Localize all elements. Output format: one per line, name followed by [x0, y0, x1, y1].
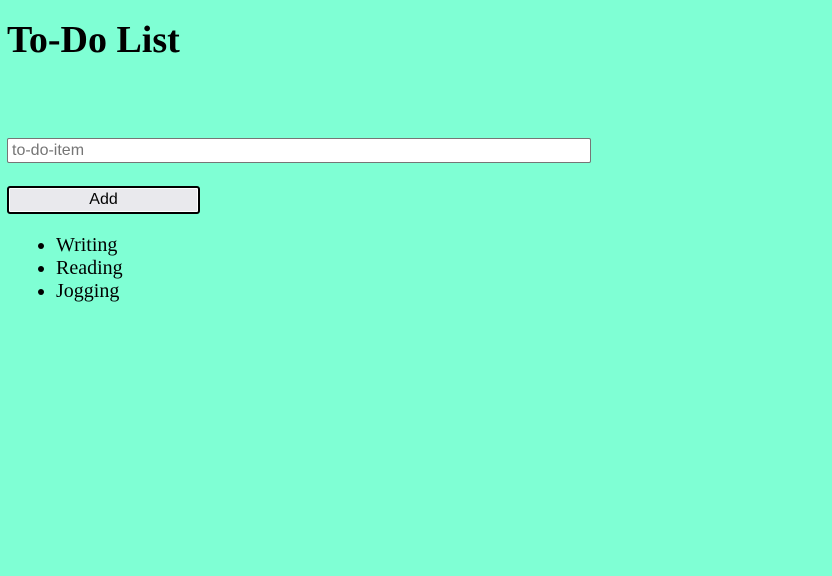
page-title: To-Do List — [7, 19, 180, 61]
todo-list-item: Writing — [56, 234, 825, 257]
todo-app: To-Do List Add Writing Reading Jogging — [0, 0, 832, 303]
todo-list: Writing Reading Jogging — [7, 234, 825, 303]
todo-item-input[interactable] — [7, 138, 591, 163]
todo-list-item: Jogging — [56, 280, 825, 303]
add-button[interactable]: Add — [7, 186, 200, 214]
todo-list-item: Reading — [56, 257, 825, 280]
